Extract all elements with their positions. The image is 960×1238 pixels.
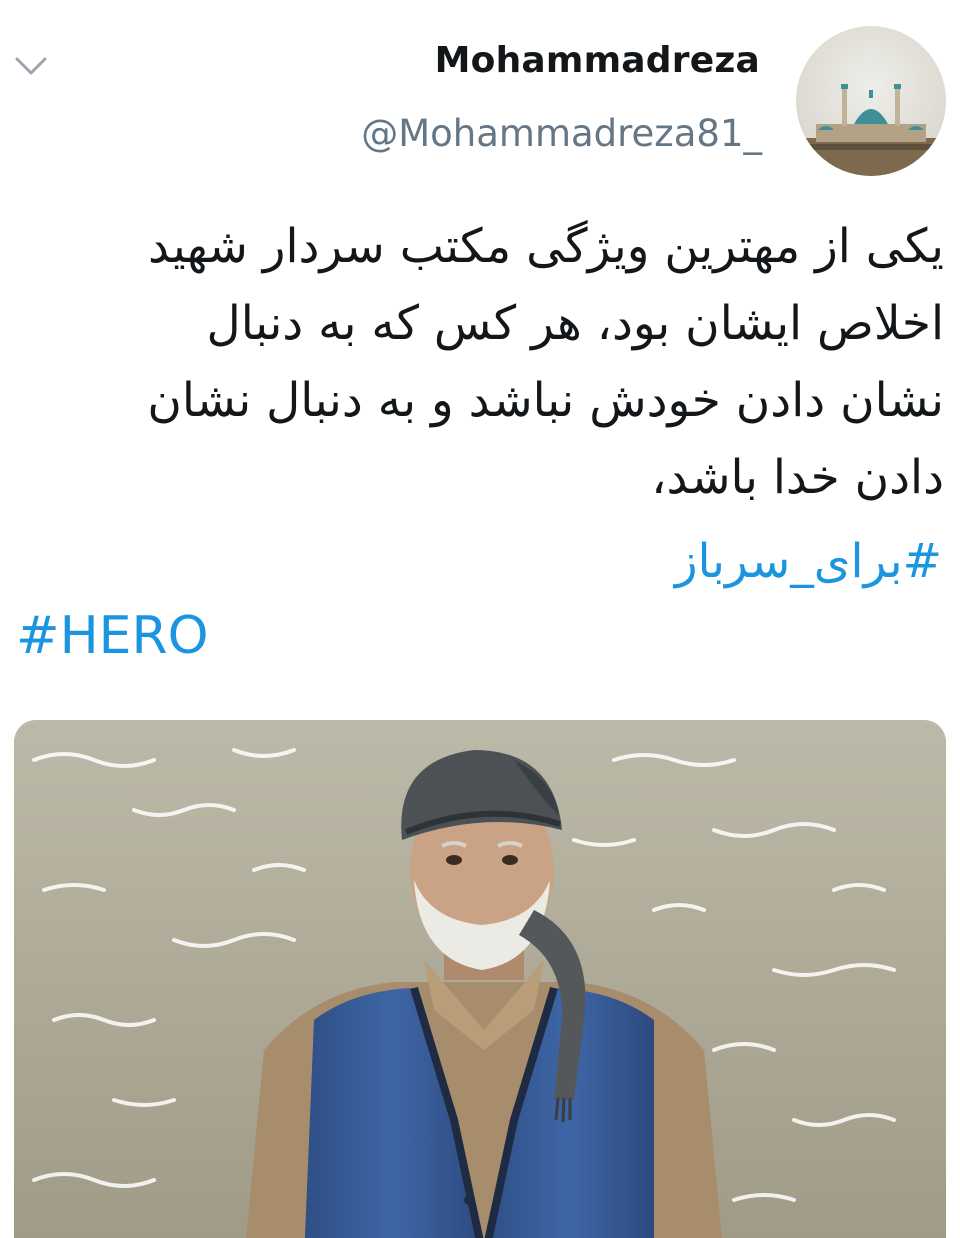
photo-illustration (14, 720, 946, 1238)
tweet-text-line: نشان دادن خودش نباشد و به دنبال نشان (147, 373, 944, 428)
tweet-media-photo[interactable] (14, 720, 946, 1238)
tweet-text-line: اخلاص ایشان بود، هر کس که به دنبال (206, 296, 944, 351)
avatar-mosque-image (796, 26, 946, 176)
avatar[interactable] (796, 26, 946, 176)
chevron-down-icon[interactable] (14, 54, 48, 78)
tweet-text-line: یکی از مهترین ویژگی مکتب سردار شهید (147, 219, 944, 274)
user-handle[interactable]: @Mohammadreza81_ (361, 112, 762, 155)
hashtag-link[interactable]: #HERO (16, 604, 209, 668)
tweet-text: یکی از مهترین ویژگی مکتب سردار شهید اخلا… (60, 208, 944, 516)
tweet: Mohammadreza @Mohammadreza81_ یکی از مهت… (0, 0, 960, 1238)
display-name[interactable]: Mohammadreza (435, 40, 760, 81)
hashtag-link[interactable]: #برای_سرباز (675, 530, 942, 594)
tweet-text-line: دادن خدا باشد، (651, 450, 944, 505)
